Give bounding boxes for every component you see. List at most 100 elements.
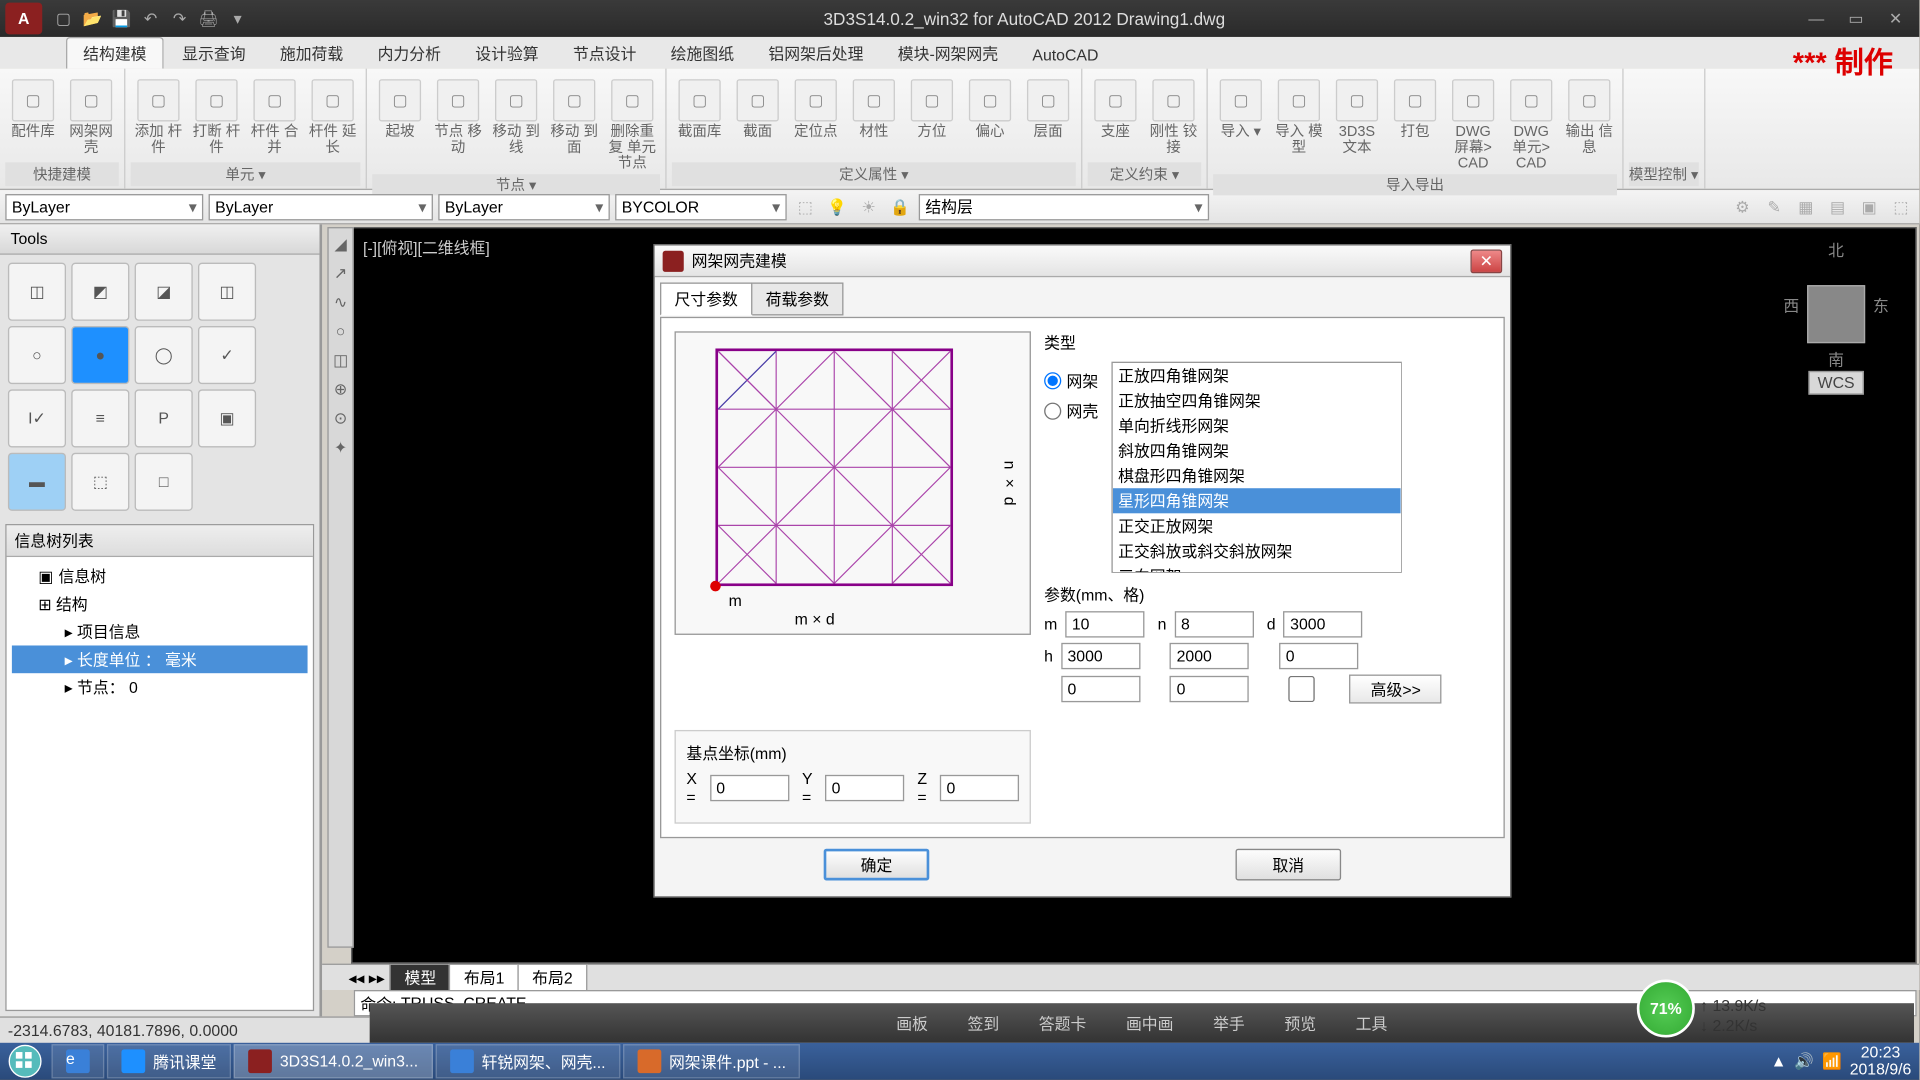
- ribbon-button[interactable]: ▢层面: [1020, 77, 1075, 143]
- input-m[interactable]: [1065, 611, 1144, 637]
- tray-icon[interactable]: 📶: [1822, 1052, 1842, 1070]
- tree-root[interactable]: ▣ 信息树: [12, 562, 308, 590]
- tree-item[interactable]: ▸ 项目信息: [12, 618, 308, 646]
- presenter-tool[interactable]: 画板: [896, 1012, 928, 1034]
- ribbon-button[interactable]: ▢DWG 屏幕> CAD: [1445, 77, 1500, 175]
- list-item[interactable]: 正交斜放或斜交斜放网架: [1113, 539, 1401, 564]
- input-p1[interactable]: [1061, 676, 1140, 702]
- wcs-badge[interactable]: WCS: [1808, 371, 1863, 395]
- vtool-icon[interactable]: ↗: [329, 260, 353, 286]
- tool-btn[interactable]: ○: [8, 326, 66, 384]
- presenter-tool[interactable]: 画中画: [1126, 1012, 1174, 1034]
- lightbulb-icon[interactable]: 💡: [824, 193, 850, 219]
- adv-checkbox[interactable]: [1262, 676, 1341, 702]
- ribbon-button[interactable]: ▢刚性 铰接: [1146, 77, 1201, 159]
- dialog-close-button[interactable]: ✕: [1470, 249, 1502, 273]
- tool-btn[interactable]: ≡: [71, 389, 129, 447]
- ribbon-button[interactable]: ▢定位点: [788, 77, 843, 143]
- ribbon-button[interactable]: ▢节点 移动: [430, 77, 485, 159]
- list-item[interactable]: 正交正放网架: [1113, 513, 1401, 538]
- start-button[interactable]: [0, 1043, 50, 1080]
- ribbon-tab[interactable]: 显示查询: [166, 38, 261, 68]
- presenter-tool[interactable]: 工具: [1356, 1012, 1388, 1034]
- taskbar-item[interactable]: 3D3S14.0.2_win3...: [234, 1044, 433, 1078]
- layer-combo[interactable]: ByLayer: [5, 193, 203, 219]
- tool-icon[interactable]: ▦: [1793, 193, 1819, 219]
- ribbon-button[interactable]: ▢截面: [730, 77, 785, 143]
- input-h[interactable]: [1061, 643, 1140, 669]
- tool-icon[interactable]: ▤: [1824, 193, 1850, 219]
- taskbar-ie-icon[interactable]: e: [51, 1044, 104, 1078]
- view-label[interactable]: [-][俯视][二维线框]: [363, 236, 490, 258]
- type-listbox[interactable]: 正放四角锥网架正放抽空四角锥网架单向折线形网架斜放四角锥网架棋盘形四角锥网架星形…: [1111, 362, 1401, 573]
- ribbon-tab[interactable]: 内力分析: [362, 38, 457, 68]
- tool-icon[interactable]: ⚙: [1729, 193, 1755, 219]
- ribbon-group-title[interactable]: 定义约束 ▾: [1088, 162, 1202, 186]
- ribbon-button[interactable]: ▢DWG 单元> CAD: [1503, 77, 1558, 175]
- list-item[interactable]: 单向折线形网架: [1113, 413, 1401, 438]
- ribbon-button[interactable]: ▢偏心: [962, 77, 1017, 143]
- tree-item[interactable]: ▸ 节点： 0: [12, 673, 308, 701]
- app-icon[interactable]: A: [5, 3, 42, 35]
- tray-icon[interactable]: ▲: [1771, 1052, 1787, 1070]
- tool-btn[interactable]: ⬚: [71, 453, 129, 511]
- ribbon-button[interactable]: ▢输出 信息: [1562, 77, 1617, 159]
- ribbon-button[interactable]: ▢删除重复 单元节点: [605, 77, 660, 175]
- tool-btn[interactable]: ◫: [8, 263, 66, 321]
- ok-button[interactable]: 确定: [824, 849, 930, 881]
- dropdown-icon[interactable]: ▾: [224, 5, 250, 31]
- presenter-tool[interactable]: 举手: [1213, 1012, 1245, 1034]
- linetype-combo[interactable]: ByLayer: [209, 193, 433, 219]
- print-icon[interactable]: 🖨: [195, 5, 221, 31]
- dialog-titlebar[interactable]: 网架网壳建模 ✕: [655, 246, 1510, 278]
- ribbon-tab[interactable]: AutoCAD: [1017, 42, 1115, 68]
- ribbon-button[interactable]: ▢杆件 合并: [247, 77, 302, 159]
- layout-tab[interactable]: 模型: [390, 964, 451, 992]
- viewcube-cube[interactable]: [1807, 285, 1865, 343]
- taskbar-item[interactable]: 网架课件.ppt - ...: [623, 1044, 801, 1078]
- ribbon-button[interactable]: ▢网架网壳: [63, 77, 118, 159]
- tool-btn[interactable]: ▬: [8, 453, 66, 511]
- tool-btn[interactable]: ●: [71, 326, 129, 384]
- layout-tab[interactable]: 布局2: [518, 964, 588, 992]
- ribbon-button[interactable]: ▢移动 到面: [546, 77, 601, 159]
- ribbon-group-title[interactable]: 定义属性 ▾: [672, 162, 1076, 186]
- lock-icon[interactable]: 🔒: [887, 193, 913, 219]
- presenter-tool[interactable]: 答题卡: [1039, 1012, 1087, 1034]
- ribbon-button[interactable]: ▢方位: [904, 77, 959, 143]
- ribbon-tab[interactable]: 节点设计: [557, 38, 652, 68]
- speed-badge[interactable]: 71%: [1637, 979, 1695, 1037]
- cancel-button[interactable]: 取消: [1236, 849, 1342, 881]
- radio-shell[interactable]: 网壳: [1044, 400, 1098, 422]
- input-h2[interactable]: [1170, 643, 1249, 669]
- vtool-icon[interactable]: ⊙: [329, 405, 353, 431]
- ribbon-button[interactable]: ▢材性: [846, 77, 901, 143]
- presenter-tool[interactable]: 签到: [967, 1012, 999, 1034]
- list-item[interactable]: 棋盘形四角锥网架: [1113, 463, 1401, 488]
- radio-grid[interactable]: 网架: [1044, 370, 1098, 392]
- advanced-button[interactable]: 高级>>: [1350, 675, 1442, 704]
- ribbon-button[interactable]: ▢导入 模型: [1271, 77, 1326, 159]
- ribbon-group-title[interactable]: 导入导出: [1213, 175, 1617, 196]
- prop-icon[interactable]: ⬚: [792, 193, 818, 219]
- ribbon-button[interactable]: ▢支座: [1088, 77, 1143, 143]
- new-icon[interactable]: ▢: [50, 5, 76, 31]
- maximize-button[interactable]: ▭: [1837, 5, 1874, 31]
- ribbon-tab[interactable]: 结构建模: [66, 37, 164, 69]
- tree-item[interactable]: ▸ 长度单位 ： 毫米: [12, 645, 308, 673]
- color-combo[interactable]: BYCOLOR: [615, 193, 787, 219]
- sun-icon[interactable]: ☀: [855, 193, 881, 219]
- ribbon-group-title[interactable]: 快捷建模: [5, 162, 119, 186]
- tool-btn[interactable]: ◪: [135, 263, 193, 321]
- input-h3[interactable]: [1279, 643, 1358, 669]
- vtool-icon[interactable]: ◫: [329, 347, 353, 373]
- vtool-icon[interactable]: ○: [329, 318, 353, 344]
- ribbon-button[interactable]: ▢3D3S 文本: [1329, 77, 1384, 159]
- input-x[interactable]: [710, 775, 789, 801]
- ribbon-button[interactable]: ▢杆件 延长: [305, 77, 360, 159]
- tool-icon[interactable]: ▣: [1856, 193, 1882, 219]
- undo-icon[interactable]: ↶: [137, 5, 163, 31]
- list-item[interactable]: 三向网架: [1113, 564, 1401, 573]
- taskbar-item[interactable]: 轩锐网架、网壳...: [435, 1044, 620, 1078]
- ribbon-tab[interactable]: 模块-网架网壳: [882, 38, 1014, 68]
